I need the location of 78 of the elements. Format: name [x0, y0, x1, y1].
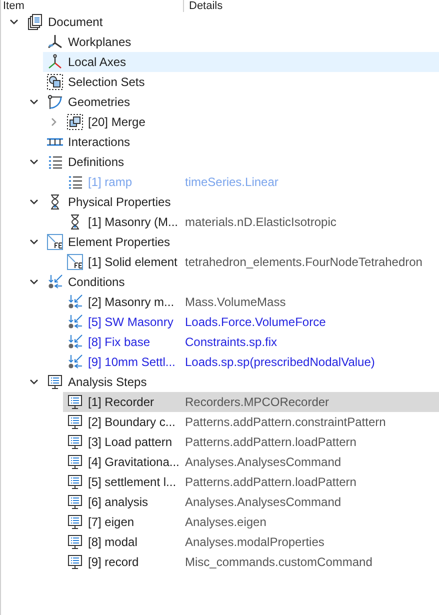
- column-header[interactable]: Item: [1, 0, 184, 12]
- chevron-down-icon[interactable]: [29, 157, 39, 167]
- item-label[interactable]: Selection Sets: [68, 75, 145, 89]
- chevron-down-icon[interactable]: [29, 97, 39, 107]
- details-text: Mass.VolumeMass: [185, 295, 286, 309]
- item-label[interactable]: [5] settlement l...: [88, 475, 176, 489]
- item-label[interactable]: Definitions: [68, 155, 124, 169]
- list-icon: [67, 174, 83, 190]
- geometry-icon: [47, 94, 63, 110]
- item-label[interactable]: Conditions: [68, 275, 125, 289]
- details-text: materials.nD.ElasticIsotropic: [185, 215, 336, 229]
- item-label[interactable]: [8] Fix base: [88, 335, 150, 349]
- item-label[interactable]: [3] Load pattern: [88, 435, 172, 449]
- details-text: Loads.sp.sp(prescribedNodalValue): [185, 355, 375, 369]
- load-arrows-icon: [47, 274, 63, 290]
- element-icon: [67, 254, 83, 270]
- item-label[interactable]: [1] Masonry (M...: [88, 215, 178, 229]
- chevron-right-icon[interactable]: [49, 117, 59, 127]
- chevron-down-icon[interactable]: [29, 377, 39, 387]
- item-label[interactable]: Element Properties: [68, 235, 170, 249]
- monitor-icon: [67, 554, 83, 570]
- column-header[interactable]: Details: [184, 0, 223, 12]
- item-label[interactable]: [1] Recorder: [88, 395, 154, 409]
- item-label[interactable]: [2] Boundary c...: [88, 415, 176, 429]
- details-text: Misc_commands.customCommand: [185, 555, 372, 569]
- item-label[interactable]: Physical Properties: [68, 195, 171, 209]
- load-arrows-icon: [67, 314, 83, 330]
- item-label[interactable]: [20] Merge: [88, 115, 146, 129]
- item-label[interactable]: Workplanes: [68, 35, 132, 49]
- axes-icon: [47, 54, 63, 70]
- document-stack-icon: [27, 14, 43, 30]
- item-label[interactable]: Document: [48, 15, 103, 29]
- list-icon: [47, 154, 63, 170]
- monitor-icon: [67, 514, 83, 530]
- load-arrows-icon: [67, 334, 83, 350]
- chevron-down-icon[interactable]: [9, 17, 19, 27]
- details-text: Analyses.AnalysesCommand: [185, 495, 342, 509]
- selection-icon: [47, 74, 63, 90]
- details-text: Loads.Force.VolumeForce: [185, 315, 326, 329]
- chevron-down-icon[interactable]: [29, 197, 39, 207]
- item-label[interactable]: Interactions: [68, 135, 130, 149]
- monitor-icon: [67, 454, 83, 470]
- item-label[interactable]: [9] record: [88, 555, 139, 569]
- chevron-down-icon[interactable]: [29, 277, 39, 287]
- details-text: Recorders.MPCORecorder: [185, 395, 330, 409]
- chevron-down-icon[interactable]: [29, 237, 39, 247]
- item-label[interactable]: [7] eigen: [88, 515, 134, 529]
- item-label[interactable]: [6] analysis: [88, 495, 148, 509]
- monitor-icon: [67, 394, 83, 410]
- load-arrows-icon: [67, 354, 83, 370]
- details-text: Patterns.addPattern.constraintPattern: [185, 415, 386, 429]
- item-label[interactable]: [1] Solid element: [88, 255, 178, 269]
- monitor-icon: [67, 414, 83, 430]
- details-text: Constraints.sp.fix: [185, 335, 278, 349]
- monitor-icon: [67, 434, 83, 450]
- merge-icon: [67, 114, 83, 130]
- monitor-icon: [67, 534, 83, 550]
- item-label[interactable]: Geometries: [68, 95, 130, 109]
- item-label[interactable]: Local Axes: [68, 55, 126, 69]
- details-text: Analyses.modalProperties: [185, 535, 324, 549]
- details-text: Patterns.addPattern.loadPattern: [185, 435, 356, 449]
- details-text: tetrahedron_elements.FourNodeTetrahedron: [185, 255, 422, 269]
- monitor-icon: [47, 374, 63, 390]
- details-text: Analyses.eigen: [185, 515, 266, 529]
- item-label[interactable]: [5] SW Masonry: [88, 315, 174, 329]
- details-text: Analyses.AnalysesCommand: [185, 455, 342, 469]
- item-label[interactable]: [4] Gravitationa...: [88, 455, 180, 469]
- load-arrows-icon: [67, 294, 83, 310]
- item-label[interactable]: [2] Masonry m...: [88, 295, 174, 309]
- details-text: timeSeries.Linear: [185, 175, 278, 189]
- item-label[interactable]: [8] modal: [88, 535, 138, 549]
- details-text: Patterns.addPattern.loadPattern: [185, 475, 356, 489]
- item-label[interactable]: Analysis Steps: [68, 375, 147, 389]
- monitor-icon: [67, 474, 83, 490]
- monitor-icon: [67, 494, 83, 510]
- element-icon: [47, 234, 63, 250]
- axes-icon: [47, 34, 63, 50]
- item-label[interactable]: [9] 10mm Settl...: [88, 355, 176, 369]
